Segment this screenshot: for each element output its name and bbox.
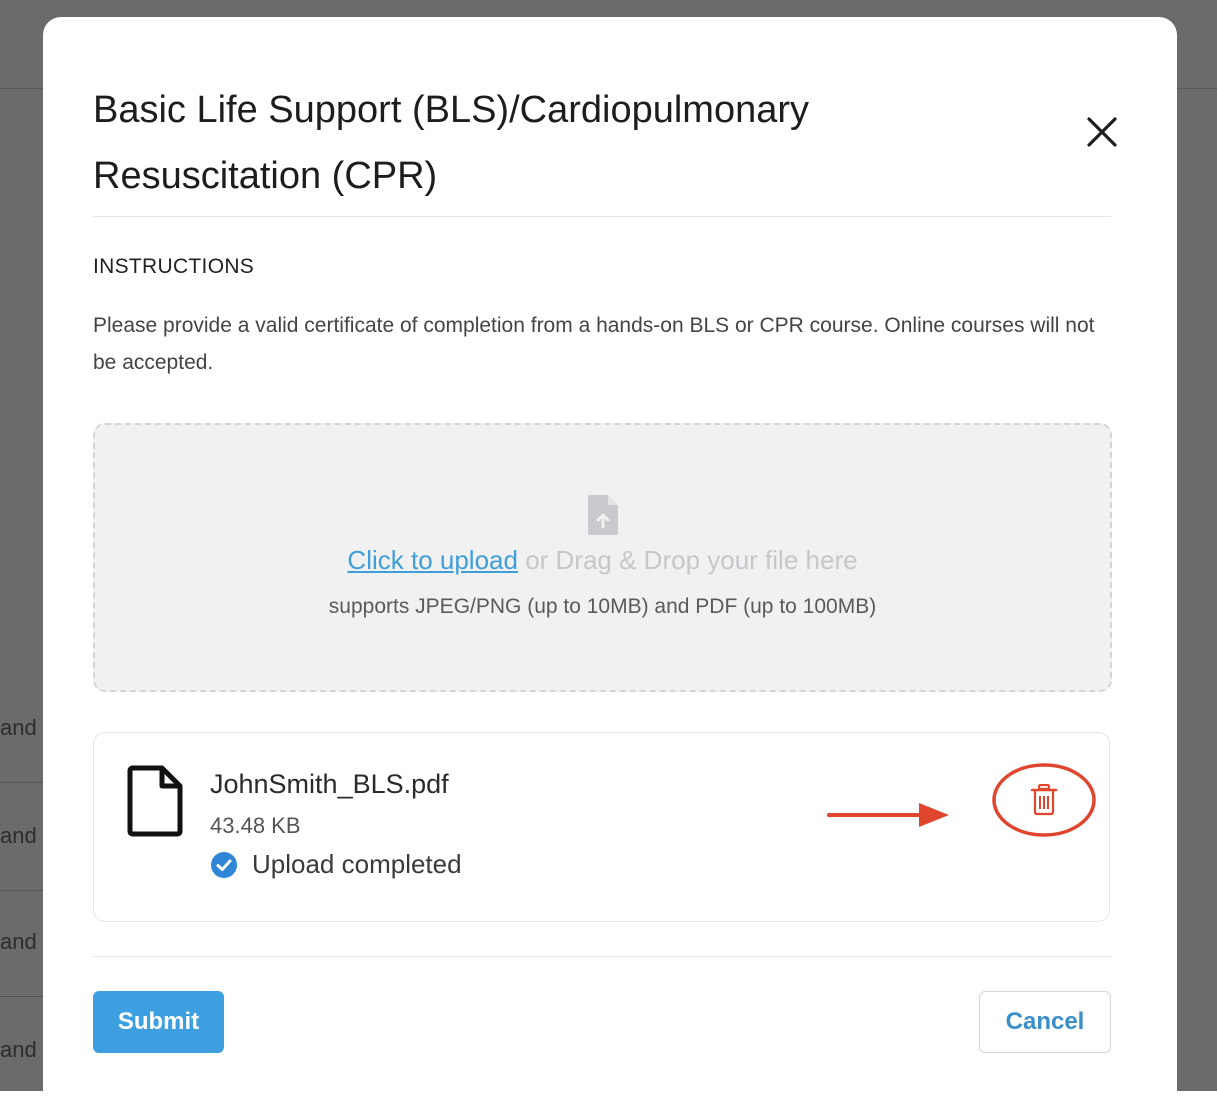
check-circle-icon — [211, 851, 237, 878]
background-row-text: and — [0, 929, 37, 954]
file-name: JohnSmith_BLS.pdf — [210, 769, 449, 799]
submit-button[interactable]: Submit — [93, 991, 224, 1053]
close-button[interactable] — [1079, 109, 1125, 155]
dropzone-prompt: Click to upload or Drag & Drop your file… — [95, 545, 1110, 576]
upload-status: Upload completed — [210, 849, 462, 880]
upload-status-text: Upload completed — [252, 849, 462, 879]
supported-formats-text: supports JPEG/PNG (up to 10MB) and PDF (… — [328, 595, 877, 618]
instructions-heading: INSTRUCTIONS — [93, 255, 255, 278]
background-row-text: and — [0, 715, 37, 740]
footer-divider — [93, 956, 1111, 957]
file-upload-icon — [588, 495, 618, 535]
delete-file-button[interactable] — [991, 762, 1097, 838]
file-size: 43.48 KB — [210, 813, 301, 838]
instructions-text: Please provide a valid certificate of co… — [93, 314, 1095, 374]
close-icon — [1087, 117, 1117, 147]
file-dropzone[interactable]: Click to upload or Drag & Drop your file… — [93, 423, 1112, 692]
background-row-divider — [0, 996, 44, 997]
modal-title: Basic Life Support (BLS)/Cardiopulmonary… — [93, 89, 810, 197]
drag-drop-text: or Drag & Drop your file here — [517, 545, 858, 575]
cancel-button[interactable]: Cancel — [979, 991, 1111, 1053]
background-row-divider — [0, 782, 44, 783]
background-row-divider — [0, 890, 44, 891]
upload-modal: Basic Life Support (BLS)/Cardiopulmonary… — [43, 17, 1177, 1117]
click-to-upload-link[interactable]: Click to upload — [347, 545, 518, 575]
trash-icon — [1030, 784, 1058, 816]
document-icon — [127, 765, 183, 837]
background-row-text: and — [0, 823, 37, 848]
annotation-arrow-icon — [827, 803, 949, 827]
background-row-text: and — [0, 1037, 37, 1062]
header-divider — [93, 216, 1111, 217]
uploaded-file-card: JohnSmith_BLS.pdf 43.48 KB Upload comple… — [93, 732, 1110, 922]
